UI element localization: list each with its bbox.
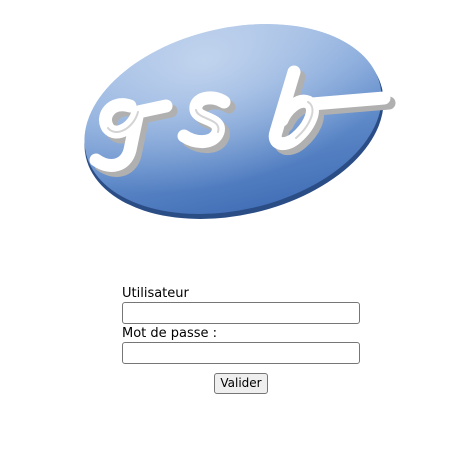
gsb-logo bbox=[72, 20, 396, 222]
submit-row: Valider bbox=[122, 372, 360, 394]
password-input[interactable] bbox=[122, 342, 360, 364]
username-input[interactable] bbox=[122, 302, 360, 324]
gsb-logo-graphic bbox=[84, 24, 396, 219]
password-label: Mot de passe : bbox=[122, 326, 218, 341]
login-page: Utilisateur Mot de passe : Valider bbox=[0, 0, 476, 464]
login-form: Utilisateur Mot de passe : Valider bbox=[122, 286, 362, 394]
submit-button[interactable]: Valider bbox=[214, 373, 268, 394]
username-label: Utilisateur bbox=[122, 286, 189, 301]
logo-ellipse-shine bbox=[84, 24, 382, 214]
